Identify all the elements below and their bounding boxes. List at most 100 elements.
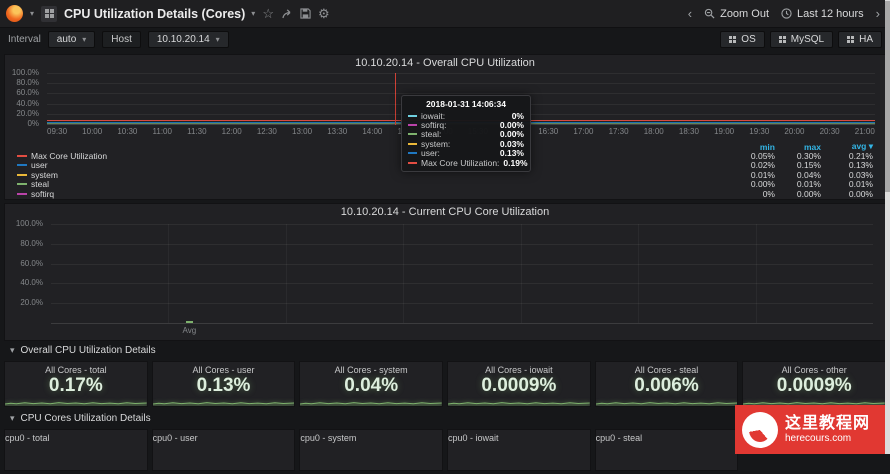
gridline bbox=[285, 224, 287, 323]
scrollbar-thumb[interactable] bbox=[885, 1, 890, 192]
legend-avg-value: 0.21% bbox=[848, 150, 873, 161]
panel-title-overall[interactable]: 10.10.20.14 - Overall CPU Utilization bbox=[5, 55, 885, 70]
x-tick-label: 19:00 bbox=[714, 127, 735, 136]
legend-series-name[interactable]: system bbox=[17, 170, 729, 180]
stat-panel-title[interactable]: All Cores - user bbox=[193, 362, 255, 375]
cpu-core-panel: cpu0 - system bbox=[299, 429, 443, 471]
dashboard-toolbar: Interval auto ▾ Host 10.10.20.14 ▾ OS MyS… bbox=[0, 28, 890, 51]
zoom-out-label: Zoom Out bbox=[720, 7, 769, 20]
legend-series-name[interactable]: steal bbox=[17, 179, 729, 189]
time-shift-back-icon[interactable]: ‹ bbox=[688, 7, 692, 20]
row-title: CPU Cores Utilization Details bbox=[20, 413, 151, 424]
core-bar bbox=[185, 321, 193, 323]
legend-avg-value: 0.13% bbox=[848, 160, 873, 171]
gear-icon[interactable]: ⚙ bbox=[318, 7, 330, 20]
legend-max-value: 0.04% bbox=[796, 169, 821, 180]
stat-panel-title[interactable]: All Cores - iowait bbox=[485, 362, 553, 375]
legend-max-value: 0.30% bbox=[796, 150, 821, 161]
stat-value: 0.0009% bbox=[776, 375, 852, 396]
x-tick-label: 16:30 bbox=[538, 127, 559, 136]
cpu-core-panel: cpu0 - total bbox=[4, 429, 148, 471]
grafana-logo-icon[interactable] bbox=[6, 5, 23, 22]
tooltip-row: Max Core Utilization: 0.19% bbox=[408, 157, 528, 168]
legend-avg-value: 0.01% bbox=[848, 179, 873, 190]
series-swatch bbox=[17, 154, 27, 157]
legend-series-label: system bbox=[31, 169, 58, 180]
tooltip-timestamp: 2018-01-31 14:06:34 bbox=[426, 99, 506, 109]
dashboard-grid-icon[interactable] bbox=[41, 5, 58, 22]
quick-link-mysql[interactable]: MySQL bbox=[769, 31, 834, 48]
series-swatch bbox=[17, 183, 27, 186]
x-tick-label: 10:00 bbox=[82, 127, 103, 136]
row-header-overall-details[interactable]: ▾ Overall CPU Utilization Details bbox=[4, 344, 886, 358]
series-swatch bbox=[408, 142, 417, 145]
gridline bbox=[51, 224, 873, 225]
series-swatch bbox=[17, 164, 27, 167]
zoom-out-button[interactable]: Zoom Out bbox=[704, 8, 769, 20]
tooltip-series-label: Max Core Utilization: bbox=[421, 157, 500, 168]
overall-cpu-panel: 10.10.20.14 - Overall CPU Utilization 10… bbox=[4, 54, 886, 200]
site-watermark: 这里教程网 herecours.com bbox=[735, 405, 885, 454]
stat-value: 0.13% bbox=[196, 375, 251, 396]
scrollbar[interactable] bbox=[885, 0, 890, 454]
stat-panel-title[interactable]: All Cores - system bbox=[335, 362, 408, 375]
cpu-core-panel: cpu0 - steal bbox=[594, 429, 739, 471]
x-tick-label: 18:30 bbox=[678, 127, 699, 136]
watermark-site-name: 这里教程网 bbox=[785, 414, 871, 432]
chart-tooltip: 2018-01-31 14:06:34 iowait: 0% softirq: 0.0… bbox=[401, 95, 531, 173]
gridline bbox=[51, 283, 873, 285]
y-tick-label: 60.0% bbox=[20, 258, 43, 268]
tooltip-series-value: 0.19% bbox=[503, 157, 528, 168]
grid-icon bbox=[847, 36, 855, 43]
quick-link-os[interactable]: OS bbox=[720, 31, 765, 48]
legend-series-name[interactable]: Max Core Utilization bbox=[17, 151, 729, 161]
stat-value: 0.04% bbox=[344, 375, 399, 396]
chevron-down-icon[interactable]: ▾ bbox=[30, 9, 34, 18]
legend-min-value: 0.05% bbox=[750, 150, 775, 161]
cpu-panel-title[interactable]: cpu0 - total bbox=[5, 430, 147, 443]
cpu-panel-title[interactable]: cpu0 - user bbox=[153, 430, 295, 443]
legend-min-value: 0.01% bbox=[750, 169, 775, 180]
share-icon[interactable] bbox=[281, 8, 293, 20]
x-tick-label: 18:00 bbox=[643, 127, 664, 136]
series-swatch bbox=[408, 161, 417, 164]
stat-panel-title[interactable]: All Cores - other bbox=[782, 362, 847, 375]
quick-link-ha[interactable]: HA bbox=[838, 31, 882, 48]
time-shift-forward-icon[interactable]: › bbox=[876, 7, 880, 20]
legend-series-name[interactable]: softirq bbox=[17, 189, 729, 199]
series-swatch bbox=[408, 124, 417, 127]
legend-min-value: 0.02% bbox=[750, 160, 775, 171]
time-range-picker[interactable]: Last 12 hours bbox=[781, 8, 864, 20]
tooltip-row: iowait: 0% bbox=[408, 111, 524, 121]
core-plot[interactable]: 100.0% 80.0% 60.0% 40.0% 20.0% Avg bbox=[16, 220, 873, 335]
panel-title-cores[interactable]: 10.10.20.14 - Current CPU Core Utilizati… bbox=[5, 204, 885, 219]
series-swatch bbox=[17, 173, 27, 176]
cpu-panel-title[interactable]: cpu0 - steal bbox=[596, 430, 738, 443]
stat-panel-title[interactable]: All Cores - total bbox=[45, 362, 107, 375]
cpu-panel-title[interactable]: cpu0 - iowait bbox=[448, 430, 590, 443]
legend-series-label: user bbox=[31, 160, 48, 171]
legend-series-name[interactable]: user bbox=[17, 160, 729, 170]
y-tick-label: 20.0% bbox=[20, 298, 43, 308]
overall-stats-row: All Cores - total 0.17% All Cores - user 0.… bbox=[4, 361, 887, 407]
legend-max-value: 0.15% bbox=[796, 160, 821, 171]
gridline bbox=[51, 303, 873, 305]
cpu-panel-title[interactable]: cpu0 - system bbox=[300, 430, 442, 443]
gridline bbox=[51, 263, 873, 265]
x-tick-label: 12:30 bbox=[256, 127, 277, 136]
gridline bbox=[47, 73, 875, 74]
series-swatch bbox=[408, 133, 417, 136]
interval-select[interactable]: auto ▾ bbox=[47, 31, 96, 48]
y-tick-label: 80.0% bbox=[20, 238, 43, 248]
watermark-logo-icon bbox=[742, 411, 778, 448]
tooltip-row: softirq: 0.00% bbox=[408, 120, 524, 130]
gridline bbox=[755, 224, 757, 323]
x-tick-label: 21:00 bbox=[854, 127, 875, 136]
stat-panel-title[interactable]: All Cores - steal bbox=[635, 362, 699, 375]
host-select[interactable]: 10.10.20.14 ▾ bbox=[147, 31, 229, 48]
gridline bbox=[520, 224, 522, 323]
legend-series-label: softirq bbox=[31, 188, 55, 199]
star-icon[interactable]: ☆ bbox=[262, 7, 274, 20]
save-icon[interactable] bbox=[300, 8, 311, 19]
dashboard-title-dropdown[interactable]: CPU Utilization Details (Cores) ▾ bbox=[64, 7, 255, 21]
